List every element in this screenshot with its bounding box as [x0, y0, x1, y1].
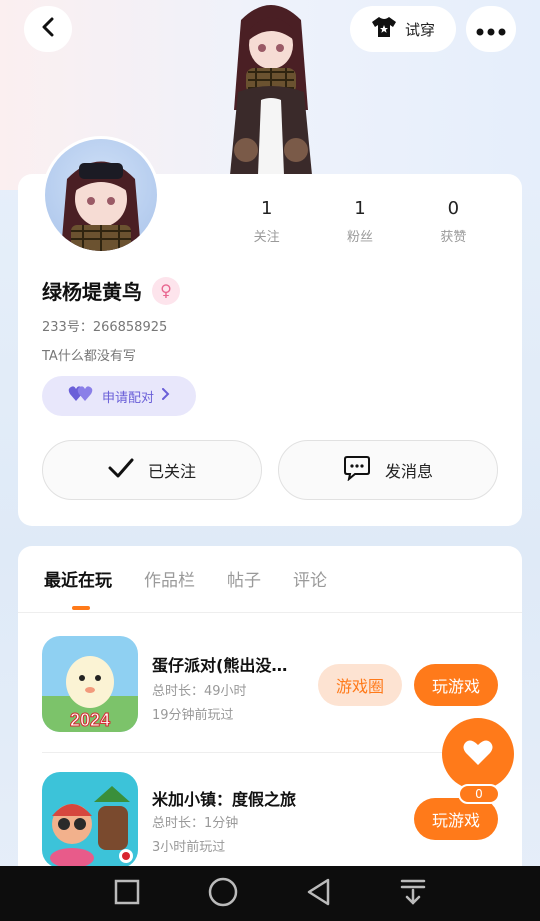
like-count-badge: 0	[458, 784, 500, 804]
svg-text:2024: 2024	[70, 710, 110, 730]
game-title: 米加小镇：度假之旅	[152, 790, 297, 809]
user-id: 233号：266858925	[42, 320, 168, 335]
name-row: 绿杨堤黄鸟 ♀	[42, 276, 180, 305]
stat-label: 获赞	[440, 230, 467, 245]
double-heart-icon	[68, 385, 94, 407]
stat-value: 1	[354, 198, 366, 219]
profile-stats: 1 关注 1 粉丝 0 获赞	[220, 198, 500, 245]
stat-value: 1	[260, 198, 273, 219]
followed-label: 已关注	[147, 462, 196, 481]
chevron-left-icon	[40, 17, 56, 41]
chat-bubble-icon	[343, 455, 371, 485]
home-icon[interactable]	[208, 877, 238, 911]
send-message-label: 发消息	[384, 462, 433, 481]
active-tab-indicator	[72, 606, 90, 610]
like-fab-button[interactable]	[442, 718, 514, 790]
recent-apps-icon[interactable]	[114, 879, 140, 909]
profile-tabs: 最近在玩 作品栏 帖子 评论	[44, 566, 327, 591]
tab-comments[interactable]: 评论	[293, 566, 327, 591]
game-icon-eggy-party[interactable]: 2024	[42, 636, 138, 732]
stat-followers[interactable]: 1 粉丝	[313, 198, 406, 245]
user-name: 绿杨堤黄鸟	[42, 280, 142, 304]
game-duration: 总时长：49小时	[152, 684, 247, 699]
divider	[42, 752, 500, 753]
stat-likes[interactable]: 0 获赞	[407, 198, 500, 245]
shirt-icon	[371, 16, 397, 42]
heart-icon	[463, 739, 493, 770]
game-icon-miga-town[interactable]	[42, 772, 138, 868]
play-game-button[interactable]: 玩游戏	[414, 798, 498, 840]
stat-label: 粉丝	[346, 230, 373, 245]
avatar-figure	[216, 0, 326, 175]
try-on-button[interactable]: 试穿	[350, 6, 456, 52]
game-duration: 总时长：1分钟	[152, 816, 239, 831]
stat-label: 关注	[253, 230, 280, 245]
apply-match-label: 申请配对	[101, 390, 154, 406]
divider	[18, 612, 522, 613]
user-bio: TA什么都没有写	[42, 349, 136, 364]
tab-recently-played[interactable]: 最近在玩	[44, 566, 112, 591]
system-nav-bar	[0, 866, 540, 921]
back-button[interactable]	[24, 6, 72, 52]
game-last-played: 3小时前玩过	[152, 840, 226, 855]
apply-match-button[interactable]: 申请配对	[42, 376, 196, 416]
profile-avatar[interactable]	[42, 136, 160, 254]
game-circle-button[interactable]: 游戏圈	[318, 664, 402, 706]
stat-following[interactable]: 1 关注	[220, 198, 313, 245]
send-message-button[interactable]: 发消息	[278, 440, 498, 500]
try-on-label: 试穿	[404, 20, 435, 39]
chevron-right-icon	[162, 388, 170, 404]
check-icon	[108, 458, 134, 482]
followed-button[interactable]: 已关注	[42, 440, 262, 500]
more-icon	[476, 17, 506, 42]
stat-value: 0	[447, 198, 460, 219]
game-last-played: 19分钟前玩过	[152, 708, 234, 723]
more-options-button[interactable]	[466, 6, 516, 52]
game-title: 蛋仔派对(熊出没…	[152, 656, 288, 675]
play-game-button[interactable]: 玩游戏	[414, 664, 498, 706]
notification-shade-icon[interactable]	[400, 878, 426, 910]
tab-works[interactable]: 作品栏	[144, 566, 195, 591]
tab-posts[interactable]: 帖子	[227, 566, 261, 591]
female-icon: ♀	[152, 276, 180, 305]
back-nav-icon[interactable]	[306, 878, 332, 910]
